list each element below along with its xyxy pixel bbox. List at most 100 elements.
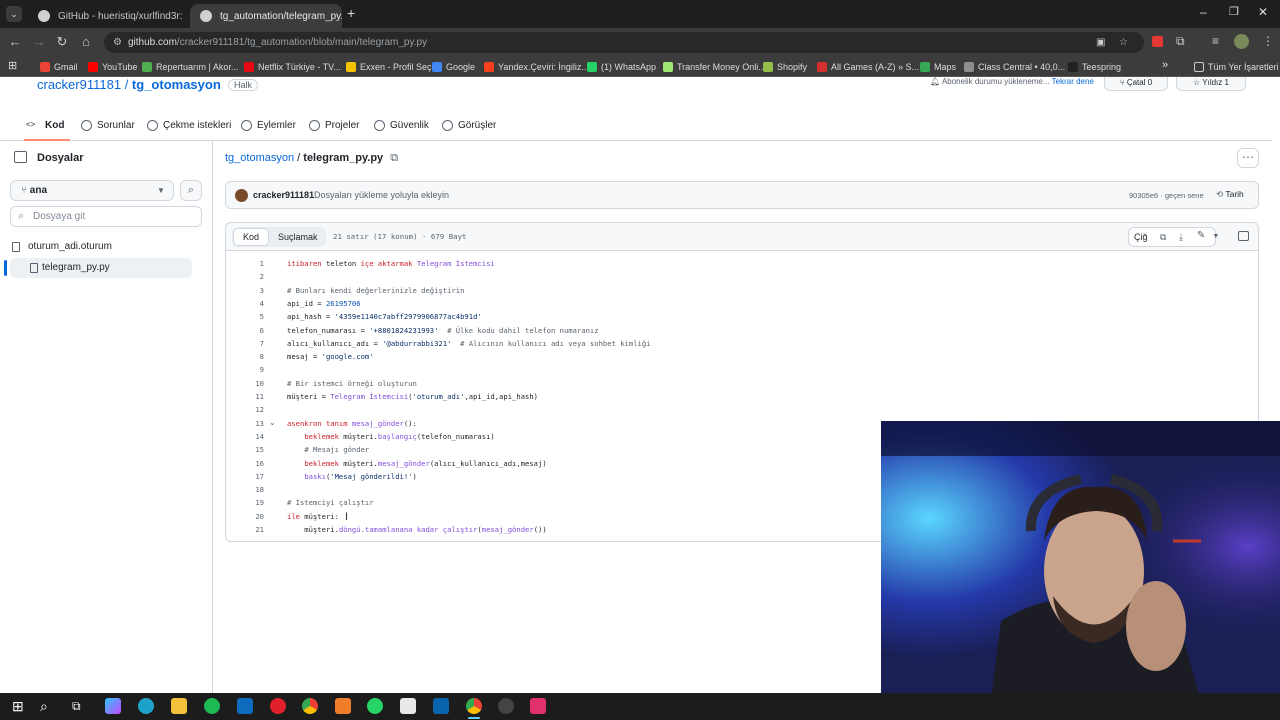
download-icon[interactable]: ⤓ [1179,228,1183,246]
repo-tab-5[interactable]: Güvenlik [374,115,429,135]
line-number[interactable]: 18 [226,483,264,496]
bookmark-star-icon[interactable]: ☆ [1119,32,1128,53]
back-icon[interactable]: ← [7,34,23,50]
file-search-input[interactable]: ⌕ Dosyaya git [10,206,202,227]
tiktok-icon[interactable] [530,698,546,714]
line-number[interactable]: 7 [226,337,264,350]
forward-icon[interactable]: → [31,34,47,50]
repo-tab-2[interactable]: Çekme istekleri [147,115,231,135]
profile-avatar[interactable] [1234,34,1249,49]
line-number[interactable]: 15 [226,443,264,456]
file-explorer-icon[interactable] [171,698,187,714]
line-number[interactable]: 6 [226,324,264,337]
commit-message[interactable]: Dosyaları yükleme yoluyla ekleyin [314,190,449,200]
line-number[interactable]: 3 [226,284,264,297]
line-number[interactable]: 21 [226,523,264,536]
bookmark-item[interactable]: Gmail [40,59,78,74]
repo-tab-3[interactable]: Eylemler [241,115,296,135]
bookmark-item[interactable]: Exxen - Profil Seç [346,59,432,74]
file-item-selected[interactable]: telegram_py.py [4,258,192,278]
outlook-icon[interactable] [237,698,253,714]
window-close-icon[interactable]: ✕ [1258,5,1268,19]
repo-tab-6[interactable]: Görüşler [442,115,496,135]
repo-owner-link[interactable]: cracker911181 [37,77,121,92]
collapse-sidebar-icon[interactable] [14,151,27,163]
line-number[interactable]: 16 [226,457,264,470]
repo-tab-1[interactable]: Sorunlar [81,115,135,135]
bookmark-item[interactable]: All Games (A-Z) » S... [817,59,919,74]
mail-icon[interactable] [433,698,449,714]
bookmark-item[interactable]: (1) WhatsApp [587,59,656,74]
line-number[interactable]: 12 [226,403,264,416]
search-icon[interactable]: ⌕ [40,698,56,714]
bookmark-item[interactable]: YouTube [88,59,137,74]
browser-tab-telegram[interactable]: tg_automation/telegram_py.py ✕ [190,4,342,28]
edge-icon[interactable] [138,698,154,714]
menu-icon[interactable]: ⋮ [1262,34,1274,48]
speed-icon[interactable] [498,698,514,714]
line-number[interactable]: 17 [226,470,264,483]
line-number[interactable]: 4 [226,297,264,310]
bookmark-item[interactable]: Maps [920,59,956,74]
opera-icon[interactable] [270,698,286,714]
symbols-panel-icon[interactable] [1238,231,1249,241]
repo-tab-0[interactable]: <> Kod [26,115,64,135]
bookmark-item[interactable]: Teespring [1068,59,1121,74]
extension-icon[interactable] [1152,36,1163,47]
line-number[interactable]: 9 [226,363,264,376]
line-number[interactable]: 11 [226,390,264,403]
translate-icon[interactable]: ▣ [1096,32,1105,53]
copilot-icon[interactable] [105,698,121,714]
repo-name-link[interactable]: tg_otomasyon [132,77,221,92]
file-item[interactable]: oturum_adi.oturum [10,237,192,257]
bookmark-item[interactable]: Repertuarım | Akor... [142,59,238,74]
bookmark-item[interactable]: Class Central • 40,0... [964,59,1065,74]
browser-tab-github[interactable]: GitHub - hueristiq/xurlfind3r: B... ✕ [28,4,184,28]
media-icon[interactable]: ≡ [1212,34,1219,48]
maximize-icon[interactable]: ❐ [1229,5,1239,18]
new-tab-button[interactable]: + [347,5,355,21]
all-bookmarks-folder[interactable]: Tüm Yer İşaretleri [1194,59,1279,74]
commit-meta[interactable]: 90305e6 · geçen sene [1129,191,1204,200]
commit-author[interactable]: cracker911181 [253,190,314,200]
history-button[interactable]: ⟲ Tarih [1216,189,1244,200]
bookmark-item[interactable]: Netflix Türkiye - TV... [244,59,341,74]
copy-path-icon[interactable]: ⧉ [390,152,398,164]
bookmark-item[interactable]: Yandex.Çeviri: İngiliz... [484,59,589,74]
branch-selector[interactable]: ⑂ ana ▼ [10,180,174,201]
bookmark-item[interactable]: Transfer Money Onli... [663,59,766,74]
fold-chevron-icon[interactable]: ⌄ [269,418,276,427]
chrome-active-icon[interactable] [466,698,482,714]
star-button[interactable]: ☆ Yıldız 1 [1176,77,1246,91]
task-view-icon[interactable]: ⧉ [72,698,88,714]
bookmark-item[interactable]: Shopify [763,59,807,74]
line-number[interactable]: 14 [226,430,264,443]
edit-button[interactable]: ✎ ▼ [1193,227,1231,247]
chrome-icon[interactable] [302,698,318,714]
copy-icon[interactable]: ⧉ [1160,228,1166,246]
tab-code[interactable]: Kod [233,228,269,246]
line-number[interactable]: 8 [226,350,264,363]
line-number[interactable]: 5 [226,310,264,323]
line-number[interactable]: 1 [226,257,264,270]
search-button[interactable]: ⌕ [180,180,202,201]
line-number[interactable]: 13 [226,417,264,430]
raw-button[interactable]: Çiğ [1134,228,1148,246]
bookmark-item[interactable]: Google [432,59,475,74]
app-icon[interactable] [335,698,351,714]
windows-start-icon[interactable]: ⊞ [12,698,28,714]
fork-button[interactable]: ⑂ Çatal 0 [1104,77,1168,91]
site-info-icon[interactable]: ⚙ [113,32,122,53]
line-number[interactable]: 10 [226,377,264,390]
home-icon[interactable]: ⌂ [78,34,94,50]
whatsapp-icon[interactable] [367,698,383,714]
spotify-icon[interactable] [204,698,220,714]
extensions-puzzle-icon[interactable]: ⧉ [1176,34,1185,49]
minimize-icon[interactable]: – [1200,5,1207,19]
line-number[interactable]: 19 [226,496,264,509]
more-bookmarks-icon[interactable]: » [1162,59,1168,71]
apps-grid-icon[interactable]: ⊞ [8,59,17,72]
reload-icon[interactable]: ↻ [54,34,70,50]
line-number[interactable]: 20 [226,510,264,523]
tab-search-button[interactable]: ⌄ [6,6,22,22]
